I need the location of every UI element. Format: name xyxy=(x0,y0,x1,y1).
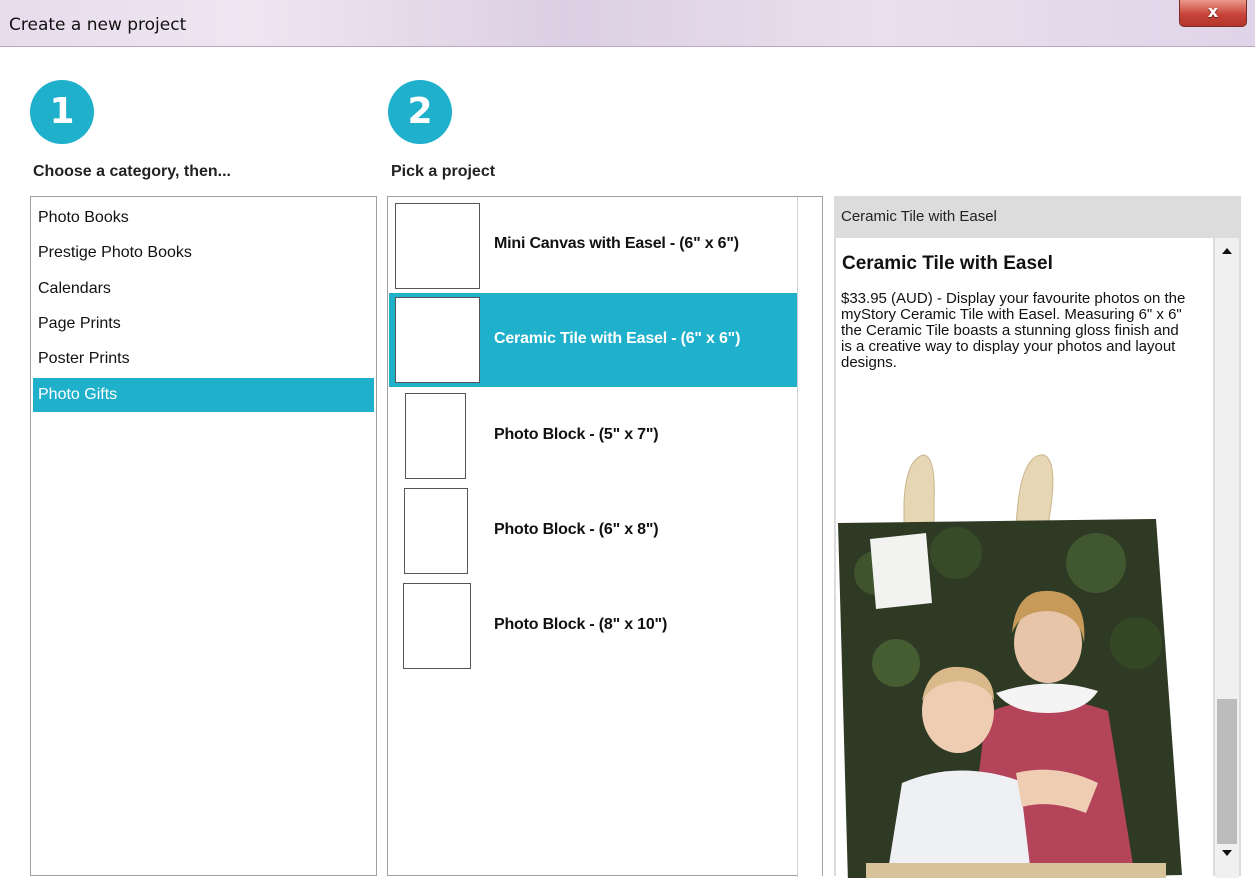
step-2-heading: Pick a project xyxy=(391,163,496,180)
scroll-down-icon[interactable] xyxy=(1222,850,1232,856)
project-item-photo-block-5x7[interactable]: Photo Block - (5" x 7") xyxy=(389,389,797,483)
project-list-scrollbar[interactable] xyxy=(797,197,822,877)
project-item-ceramic-tile[interactable]: Ceramic Tile with Easel - (6" x 6") xyxy=(389,293,797,387)
step-1-badge: 1 xyxy=(30,80,94,144)
project-label: Ceramic Tile with Easel - (6" x 6") xyxy=(494,330,741,347)
project-label: Mini Canvas with Easel - (6" x 6") xyxy=(494,235,739,252)
project-label: Photo Block - (6" x 8") xyxy=(494,521,659,538)
category-list[interactable]: Photo Books Prestige Photo Books Calenda… xyxy=(30,196,377,876)
detail-scrollbar[interactable] xyxy=(1215,238,1239,878)
detail-panel: Ceramic Tile with Easel Ceramic Tile wit… xyxy=(834,196,1241,878)
category-item-calendars[interactable]: Calendars xyxy=(33,272,374,306)
project-item-mini-canvas[interactable]: Mini Canvas with Easel - (6" x 6") xyxy=(389,201,797,295)
step-2-badge: 2 xyxy=(388,80,452,144)
title-bar: Create a new project x xyxy=(0,0,1255,47)
step-1-heading: Choose a category, then... xyxy=(33,163,231,180)
category-item-photo-gifts[interactable]: Photo Gifts xyxy=(33,378,374,412)
detail-title: Ceramic Tile with Easel xyxy=(842,253,1053,274)
project-label: Photo Block - (5" x 7") xyxy=(494,426,659,443)
category-item-page-prints[interactable]: Page Prints xyxy=(33,307,374,341)
close-button[interactable]: x xyxy=(1179,0,1247,27)
category-item-poster-prints[interactable]: Poster Prints xyxy=(33,342,374,376)
category-item-photo-books[interactable]: Photo Books xyxy=(33,201,374,235)
detail-content: Ceramic Tile with Easel $33.95 (AUD) - D… xyxy=(836,238,1213,878)
project-item-photo-block-6x8[interactable]: Photo Block - (6" x 8") xyxy=(389,484,797,578)
scroll-up-icon[interactable] xyxy=(1222,248,1232,254)
project-thumbnail xyxy=(395,297,480,383)
project-item-photo-block-8x10[interactable]: Photo Block - (8" x 10") xyxy=(389,579,797,673)
product-photo xyxy=(838,454,1182,878)
scrollbar-thumb[interactable] xyxy=(1217,699,1237,844)
project-label: Photo Block - (8" x 10") xyxy=(494,616,668,633)
project-thumbnail xyxy=(404,488,468,574)
window-title: Create a new project xyxy=(9,15,187,35)
category-item-prestige-photo-books[interactable]: Prestige Photo Books xyxy=(33,236,374,270)
project-thumbnail xyxy=(405,393,466,479)
detail-header: Ceramic Tile with Easel xyxy=(841,208,997,225)
project-thumbnail xyxy=(395,203,480,289)
project-thumbnail xyxy=(403,583,471,669)
project-list[interactable]: Mini Canvas with Easel - (6" x 6") Ceram… xyxy=(387,196,823,877)
detail-description: $33.95 (AUD) - Display your favourite ph… xyxy=(841,290,1186,371)
